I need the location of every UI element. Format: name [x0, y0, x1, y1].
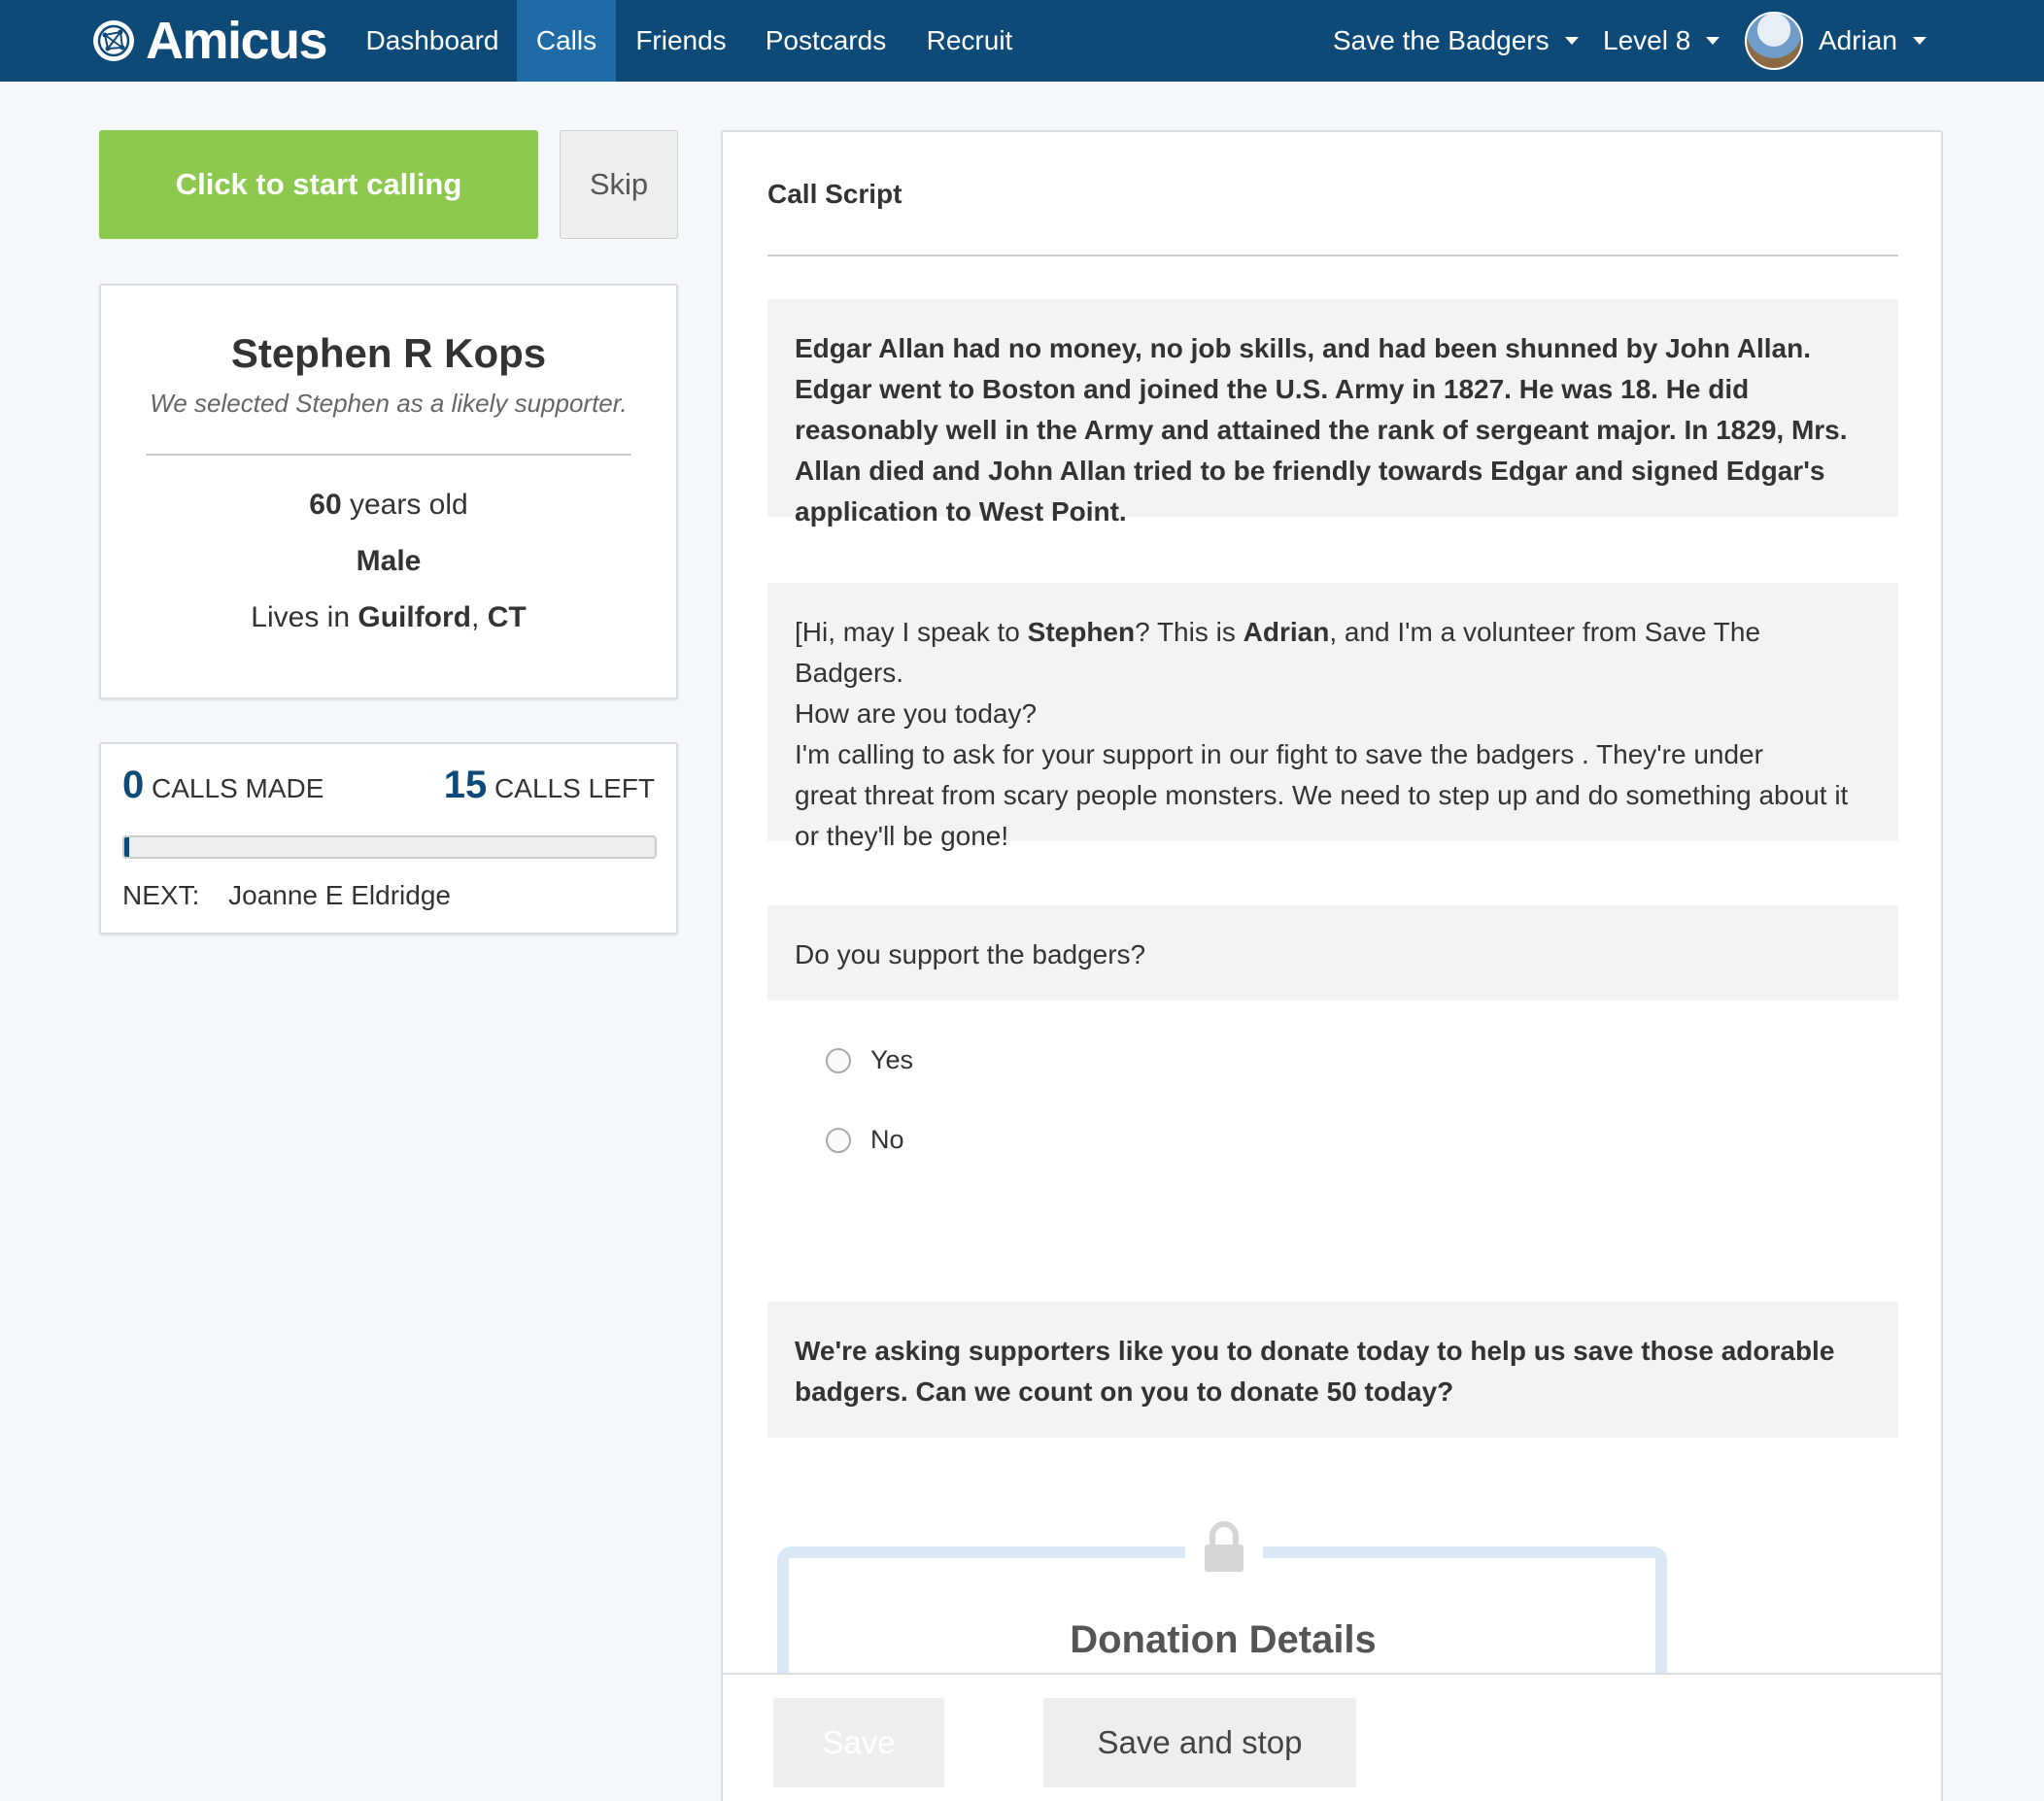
- age-value: 60: [309, 489, 342, 521]
- nav-recruit[interactable]: Recruit: [905, 0, 1034, 82]
- radio-label: Yes: [870, 1045, 914, 1074]
- panel-title: Call Script: [767, 179, 903, 209]
- nav-dashboard[interactable]: Dashboard: [346, 0, 519, 82]
- greeting-line: great threat from scary people monsters.…: [795, 780, 1849, 851]
- script-intro-block: Edgar Allan had no money, no job skills,…: [767, 299, 1898, 527]
- chevron-down-icon: [1706, 37, 1720, 45]
- survey-question: Do you support the badgers?: [767, 905, 1898, 1001]
- calls-left-count: 15: [443, 764, 488, 806]
- radio-label: No: [870, 1125, 904, 1154]
- progress-fill: [124, 837, 130, 857]
- location-prefix: Lives in: [251, 601, 358, 633]
- age-suffix: years old: [341, 489, 468, 521]
- next-label: NEXT:: [122, 880, 200, 910]
- location-city: Guilford: [358, 601, 472, 633]
- level-dropdown[interactable]: Level 8: [1603, 0, 1720, 82]
- next-contact-name: Joanne E Eldridge: [228, 880, 451, 910]
- greeting-caller-name: Adrian: [1243, 617, 1330, 647]
- contact-location: Lives in Guilford, CT: [101, 601, 676, 634]
- greeting-line: How are you today?: [795, 698, 1038, 729]
- contact-gender: Male: [356, 545, 422, 577]
- skip-button[interactable]: Skip: [560, 130, 678, 239]
- radio-button[interactable]: [826, 1047, 851, 1073]
- radio-button[interactable]: [826, 1127, 851, 1153]
- greeting-line: I'm calling to ask for your support in o…: [795, 739, 1763, 769]
- radio-option-no[interactable]: No: [826, 1125, 904, 1155]
- top-navbar: Amicus Dashboard Calls Friends Postcards…: [0, 0, 2044, 82]
- chevron-down-icon: [1912, 37, 1926, 45]
- calls-made: 0 CALLS MADE: [122, 764, 324, 807]
- campaign-label: Save the Badgers: [1333, 25, 1550, 55]
- campaign-dropdown[interactable]: Save the Badgers: [1333, 0, 1579, 82]
- donation-ask-block: We're asking supporters like you to dona…: [767, 1302, 1898, 1438]
- next-contact: NEXT: Joanne E Eldridge: [122, 880, 451, 911]
- avatar: [1745, 12, 1803, 70]
- script-greeting-block: [Hi, may I speak to Stephen? This is Adr…: [767, 583, 1898, 851]
- donation-details-title: Donation Details: [1070, 1618, 1377, 1661]
- start-calling-button[interactable]: Click to start calling: [99, 130, 538, 239]
- nav-calls[interactable]: Calls: [517, 0, 616, 82]
- save-button[interactable]: Save: [773, 1698, 944, 1787]
- greeting-text: [Hi, may I speak to: [795, 617, 1028, 647]
- nav-friends[interactable]: Friends: [616, 0, 746, 82]
- divider: [146, 454, 631, 456]
- greeting-contact-name: Stephen: [1027, 617, 1136, 647]
- level-label: Level 8: [1603, 25, 1691, 55]
- brand-name: Amicus: [146, 12, 328, 70]
- user-menu[interactable]: Adrian: [1745, 0, 1926, 82]
- chevron-down-icon: [1564, 37, 1579, 45]
- greeting-text: ? This is: [1135, 617, 1243, 647]
- action-footer: Save Save and stop: [723, 1673, 1941, 1801]
- user-name: Adrian: [1819, 25, 1897, 55]
- call-script-panel: Call Script Edgar Allan had no money, no…: [721, 130, 1943, 1801]
- contact-name: Stephen R Kops: [230, 330, 547, 376]
- save-and-stop-button[interactable]: Save and stop: [1043, 1698, 1356, 1787]
- radio-option-yes[interactable]: Yes: [826, 1045, 913, 1075]
- nav-postcards[interactable]: Postcards: [746, 0, 905, 82]
- contact-card: Stephen R Kops We selected Stephen as a …: [99, 284, 678, 699]
- contact-age: 60 years old: [101, 489, 676, 522]
- calls-made-count: 0: [122, 764, 145, 806]
- brand-logo[interactable]: Amicus: [91, 12, 328, 70]
- calls-made-label: CALLS MADE: [144, 773, 324, 803]
- lock-icon: [1205, 1521, 1243, 1572]
- contact-subtitle: We selected Stephen as a likely supporte…: [150, 389, 628, 418]
- call-stats-card: 0 CALLS MADE 15 CALLS LEFT NEXT: Joanne …: [99, 742, 678, 934]
- calls-progress-bar: [122, 835, 657, 859]
- amicus-logo-icon: [93, 20, 134, 61]
- calls-left-label: CALLS LEFT: [487, 773, 655, 803]
- calls-left: 15 CALLS LEFT: [444, 764, 655, 807]
- location-separator: ,: [471, 601, 488, 633]
- location-state: CT: [487, 601, 527, 633]
- divider: [767, 255, 1898, 256]
- greeting-line: [Hi, may I speak to Stephen? This is Adr…: [795, 612, 1871, 694]
